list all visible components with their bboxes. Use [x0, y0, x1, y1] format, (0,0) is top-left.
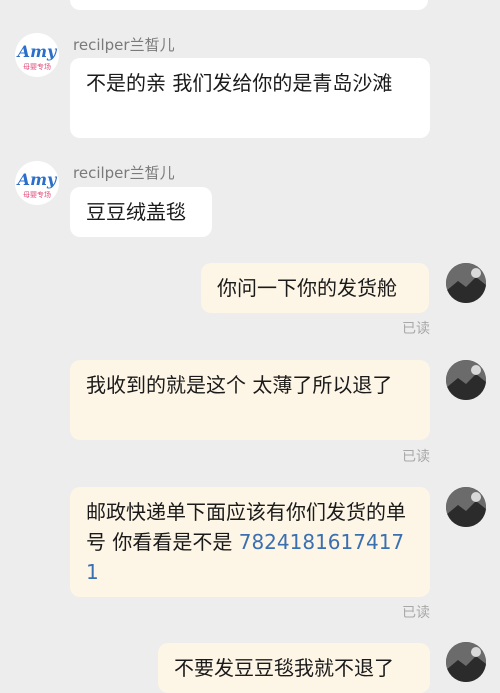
- message-text: 我收到的就是这个 太薄了所以退了: [86, 373, 393, 397]
- user-avatar[interactable]: [446, 642, 486, 682]
- user-avatar[interactable]: [446, 360, 486, 400]
- user-avatar[interactable]: [446, 263, 486, 303]
- read-status: 已读: [402, 605, 430, 621]
- logo-text: Amy: [16, 42, 58, 61]
- message-bubble-5[interactable]: 邮政快递单下面应该有你们发货的单号 你看看是不是 78241816174171: [70, 487, 430, 597]
- message-bubble-1[interactable]: 不是的亲 我们发给你的是青岛沙滩: [70, 58, 430, 138]
- logo-text: Amy: [16, 170, 58, 189]
- user-photo-icon: [446, 487, 486, 527]
- user-avatar[interactable]: [446, 487, 486, 527]
- user-photo-icon: [446, 263, 486, 303]
- user-photo-icon: [446, 642, 486, 682]
- message-bubble-3[interactable]: 你问一下你的发货舱: [201, 263, 429, 313]
- contact-avatar[interactable]: Amy 母婴专场: [15, 161, 59, 205]
- amy-logo-icon: Amy 母婴专场: [15, 161, 59, 205]
- message-text: 不要发豆豆毯我就不退了: [174, 656, 394, 680]
- message-bubble-4[interactable]: 我收到的就是这个 太薄了所以退了: [70, 360, 430, 440]
- message-bubble-2[interactable]: 豆豆绒盖毯: [70, 187, 212, 237]
- sender-name: recilper兰皙儿: [73, 164, 175, 182]
- user-photo-icon: [446, 360, 486, 400]
- read-status: 已读: [402, 321, 430, 337]
- logo-subtext: 母婴专场: [23, 62, 51, 71]
- message-text: 豆豆绒盖毯: [86, 200, 186, 224]
- partial-message-bubble: [70, 0, 428, 10]
- message-text: 你问一下你的发货舱: [217, 276, 397, 300]
- contact-avatar[interactable]: Amy 母婴专场: [15, 33, 59, 77]
- sender-name: recilper兰皙儿: [73, 36, 175, 54]
- amy-logo-icon: Amy 母婴专场: [15, 33, 59, 77]
- logo-subtext: 母婴专场: [23, 190, 51, 199]
- read-status: 已读: [402, 449, 430, 465]
- message-text: 不是的亲 我们发给你的是青岛沙滩: [86, 71, 393, 95]
- message-bubble-6[interactable]: 不要发豆豆毯我就不退了: [158, 643, 430, 693]
